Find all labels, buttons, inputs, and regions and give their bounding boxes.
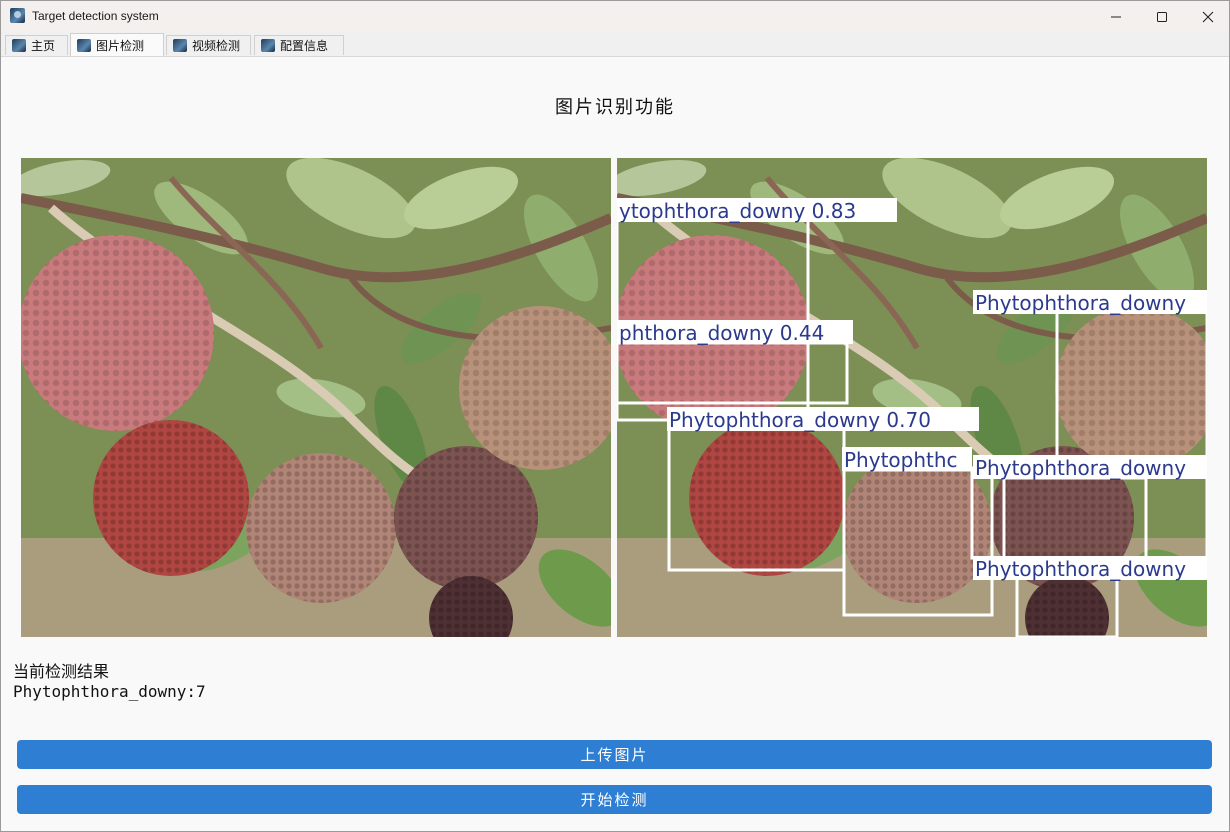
lychee-photo bbox=[21, 158, 611, 637]
app-logo-icon bbox=[10, 8, 25, 23]
close-icon bbox=[1202, 11, 1214, 22]
result-label: 当前检测结果 bbox=[13, 662, 110, 681]
app-logo-icon bbox=[77, 38, 91, 52]
result-value: Phytophthora_downy:7 bbox=[13, 682, 206, 701]
title-bar[interactable]: Target detection system bbox=[1, 1, 1229, 32]
upload-image-button[interactable]: 上传图片 bbox=[17, 740, 1212, 769]
window-title: Target detection system bbox=[32, 9, 159, 23]
detection-result-image: ytophthora_downy 0.83 phthora_downy 0.44… bbox=[617, 158, 1207, 637]
maximize-icon bbox=[1157, 11, 1167, 22]
image-detection-page: 图片识别功能 ytophthora_downy 0.83 phthora_dow… bbox=[1, 57, 1229, 831]
start-detection-button[interactable]: 开始检测 bbox=[17, 785, 1212, 814]
app-logo-icon bbox=[173, 39, 187, 52]
tab-image-detection[interactable]: 图片检测 bbox=[70, 33, 164, 56]
lychee-detection-photo: ytophthora_downy 0.83 phthora_downy 0.44… bbox=[617, 158, 1207, 637]
app-logo-icon bbox=[12, 39, 26, 52]
app-window: Target detection system 主页 图片检测 视频检测 配置信… bbox=[0, 0, 1230, 832]
detection-label: Phytophthc bbox=[844, 448, 958, 472]
detection-label: phthora_downy 0.44 bbox=[619, 321, 824, 345]
detection-label: Phytophthora_downy bbox=[975, 291, 1186, 315]
minimize-button[interactable] bbox=[1093, 1, 1139, 32]
tab-config-info[interactable]: 配置信息 bbox=[254, 35, 344, 55]
detection-label: Phytophthora_downy bbox=[975, 557, 1186, 581]
close-button[interactable] bbox=[1185, 1, 1229, 32]
detection-label: Phytophthora_downy bbox=[975, 456, 1186, 480]
detection-label: Phytophthora_downy 0.70 bbox=[669, 408, 931, 432]
maximize-button[interactable] bbox=[1139, 1, 1185, 32]
page-title: 图片识别功能 bbox=[555, 97, 675, 118]
app-logo-icon bbox=[261, 39, 275, 52]
original-image bbox=[21, 158, 611, 637]
detection-label: ytophthora_downy 0.83 bbox=[619, 199, 856, 223]
tab-bar: 主页 图片检测 视频检测 配置信息 bbox=[1, 32, 1229, 57]
tab-video-detection[interactable]: 视频检测 bbox=[166, 35, 251, 55]
tab-home[interactable]: 主页 bbox=[5, 35, 68, 55]
minimize-icon bbox=[1111, 16, 1121, 17]
